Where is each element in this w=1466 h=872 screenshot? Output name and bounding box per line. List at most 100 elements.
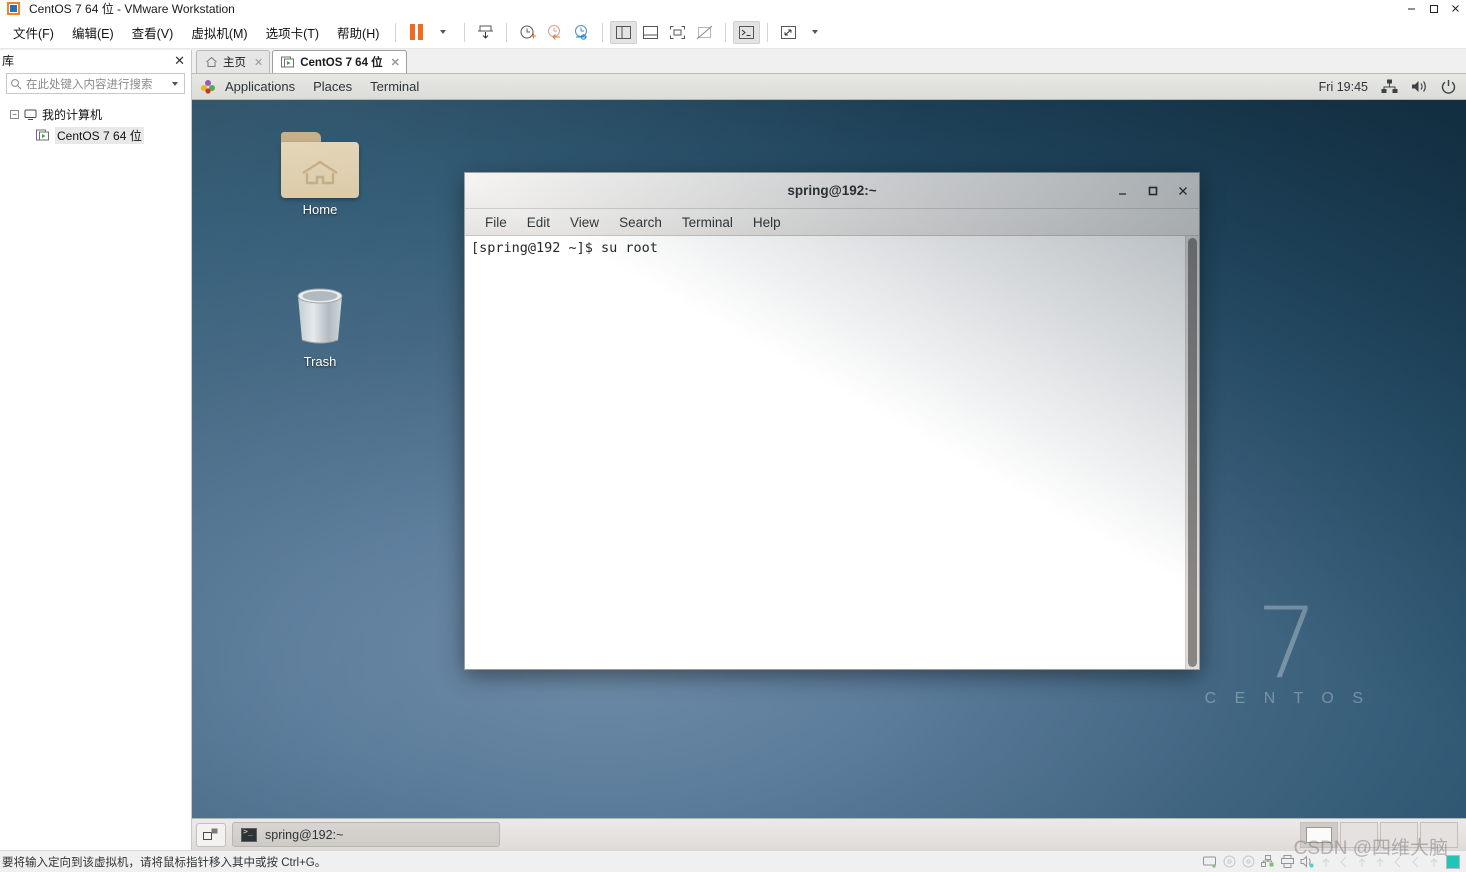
desktop-icon-home[interactable]: Home	[270, 132, 370, 217]
cdrom-icon[interactable]	[1223, 855, 1236, 868]
revert-snapshot-button[interactable]	[541, 21, 568, 44]
tab-centos7-label: CentOS 7 64 位	[300, 57, 383, 69]
terminal-close-button[interactable]	[1175, 183, 1191, 199]
close-button[interactable]	[1444, 0, 1466, 16]
panel-clock[interactable]: Fri 19:45	[1319, 80, 1368, 94]
snapshot-manager-button[interactable]	[514, 21, 541, 44]
usb3-icon[interactable]	[1356, 856, 1368, 868]
guest-desktop[interactable]: Home Trash 7 C E N T O S spring@192:~ Fi…	[192, 100, 1466, 818]
search-input[interactable]: 在此处键入内容进行搜索	[6, 73, 185, 94]
usb6-icon[interactable]	[1410, 856, 1422, 868]
tree-item-my-computer[interactable]: − 我的计算机	[0, 104, 191, 125]
maximize-button[interactable]	[1422, 0, 1444, 16]
menu-view[interactable]: 查看(V)	[123, 20, 183, 45]
vm-active-indicator-icon[interactable]	[1446, 854, 1460, 869]
stretch-guest-button[interactable]	[775, 21, 802, 44]
tab-centos7-close-icon[interactable]: ✕	[391, 56, 400, 69]
menu-help[interactable]: 帮助(H)	[328, 20, 388, 45]
terminal-titlebar: spring@192:~	[465, 173, 1199, 209]
folder-icon	[281, 132, 359, 198]
terminal-window[interactable]: spring@192:~ File Edit View Search Termi…	[464, 172, 1200, 670]
sound-icon[interactable]	[1300, 855, 1314, 868]
tab-home-label: 主页	[223, 57, 246, 69]
toolbar-separator-2	[464, 22, 466, 42]
vm-icon-tab	[281, 56, 295, 67]
minimize-button[interactable]	[1400, 0, 1422, 16]
terminal-menu-terminal[interactable]: Terminal	[672, 215, 743, 230]
applications-menu-icon[interactable]	[200, 79, 216, 95]
desktop-icon-trash[interactable]: Trash	[270, 282, 370, 369]
show-desktop-button[interactable]	[196, 822, 226, 847]
search-placeholder: 在此处键入内容进行搜索	[26, 78, 153, 91]
taskbar-window-terminal[interactable]: spring@192:~	[232, 822, 500, 847]
menu-applications[interactable]: Applications	[216, 79, 304, 94]
terminal-menu-edit[interactable]: Edit	[517, 215, 560, 230]
centos-watermark: 7 C E N T O S	[1204, 586, 1370, 708]
snapshot-settings-button[interactable]	[568, 21, 595, 44]
workspace-2[interactable]	[1340, 821, 1378, 848]
usb7-icon[interactable]	[1428, 856, 1440, 868]
menu-edit[interactable]: 编辑(E)	[63, 20, 123, 45]
centos-watermark-word: C E N T O S	[1204, 690, 1370, 707]
suspend-button[interactable]	[403, 21, 430, 44]
terminal-menu-search[interactable]: Search	[609, 215, 672, 230]
show-thumbnail-bar-button[interactable]	[637, 21, 664, 44]
tab-home-close-icon[interactable]: ✕	[254, 56, 263, 69]
usb-icon[interactable]	[1320, 856, 1332, 868]
usb5-icon[interactable]	[1392, 856, 1404, 868]
terminal-menu-help[interactable]: Help	[743, 215, 791, 230]
tab-centos7[interactable]: CentOS 7 64 位 ✕	[272, 50, 407, 73]
console-view-button[interactable]	[733, 20, 761, 44]
chevron-down-icon-search[interactable]	[172, 81, 178, 86]
cdrom2-icon[interactable]	[1242, 855, 1255, 868]
expander-icon[interactable]: −	[10, 110, 19, 119]
close-icon[interactable]: ✕	[174, 54, 185, 67]
window-title: CentOS 7 64 位 - VMware Workstation	[29, 1, 235, 16]
tree-item-centos7[interactable]: CentOS 7 64 位	[0, 125, 191, 146]
guest-screen[interactable]: Applications Places Terminal Fri 19:45 H…	[192, 74, 1466, 850]
terminal-window-controls	[1115, 173, 1191, 209]
menu-terminal[interactable]: Terminal	[361, 79, 428, 94]
terminal-maximize-button[interactable]	[1145, 183, 1161, 199]
centos-watermark-number: 7	[1256, 586, 1319, 701]
power-dropdown-button[interactable]	[430, 21, 457, 44]
terminal-body[interactable]: [spring@192 ~]$ su root	[465, 236, 1199, 669]
usb2-icon[interactable]	[1338, 856, 1350, 868]
terminal-scrollbar-thumb[interactable]	[1188, 238, 1197, 667]
terminal-menu-view[interactable]: View	[560, 215, 609, 230]
unity-mode-button[interactable]	[691, 21, 718, 44]
menu-tabs[interactable]: 选项卡(T)	[257, 20, 328, 45]
printer-icon[interactable]	[1281, 855, 1294, 868]
app-menubar: 文件(F) 编辑(E) 查看(V) 虚拟机(M) 选项卡(T) 帮助(H)	[0, 16, 1466, 49]
terminal-minimize-button[interactable]	[1115, 183, 1131, 199]
show-library-button[interactable]	[610, 20, 638, 44]
terminal-output[interactable]: [spring@192 ~]$ su root	[465, 236, 1185, 669]
statusbar-text: 要将输入定向到该虚拟机，请将鼠标指针移入其中或按 Ctrl+G。	[2, 856, 327, 869]
desktop-icon-trash-label: Trash	[303, 354, 337, 369]
house-glyph-icon	[302, 160, 338, 185]
fullscreen-button[interactable]	[664, 21, 691, 44]
workspace-1[interactable]	[1300, 821, 1338, 848]
power-icon[interactable]	[1441, 79, 1456, 94]
library-tree: − 我的计算机 CentOS 7 64 位	[0, 98, 191, 146]
vmware-statusbar: 要将输入定向到该虚拟机，请将鼠标指针移入其中或按 Ctrl+G。	[0, 850, 1466, 872]
network-icon[interactable]	[1381, 79, 1398, 94]
volume-icon[interactable]	[1411, 79, 1428, 94]
app-body: 库 ✕ 在此处键入内容进行搜索 − 我的计算机 CentOS 7 64 位 主页…	[0, 50, 1466, 850]
workspace-3[interactable]	[1380, 821, 1418, 848]
take-snapshot-button[interactable]	[472, 21, 499, 44]
window-titlebar: CentOS 7 64 位 - VMware Workstation	[0, 0, 1466, 16]
workspace-4[interactable]	[1420, 821, 1458, 848]
terminal-icon	[241, 827, 257, 842]
usb4-icon[interactable]	[1374, 856, 1386, 868]
network-adapter-icon[interactable]	[1261, 855, 1275, 868]
menu-file[interactable]: 文件(F)	[4, 20, 63, 45]
menu-vm[interactable]: 虚拟机(M)	[182, 20, 256, 45]
tab-home[interactable]: 主页 ✕	[196, 50, 271, 73]
desktop-icon-home-label: Home	[302, 202, 338, 217]
terminal-scrollbar[interactable]	[1185, 236, 1199, 669]
stretch-dropdown-button[interactable]	[802, 21, 829, 44]
menu-places[interactable]: Places	[304, 79, 361, 94]
harddisk-icon[interactable]	[1203, 856, 1217, 868]
terminal-menu-file[interactable]: File	[475, 215, 517, 230]
